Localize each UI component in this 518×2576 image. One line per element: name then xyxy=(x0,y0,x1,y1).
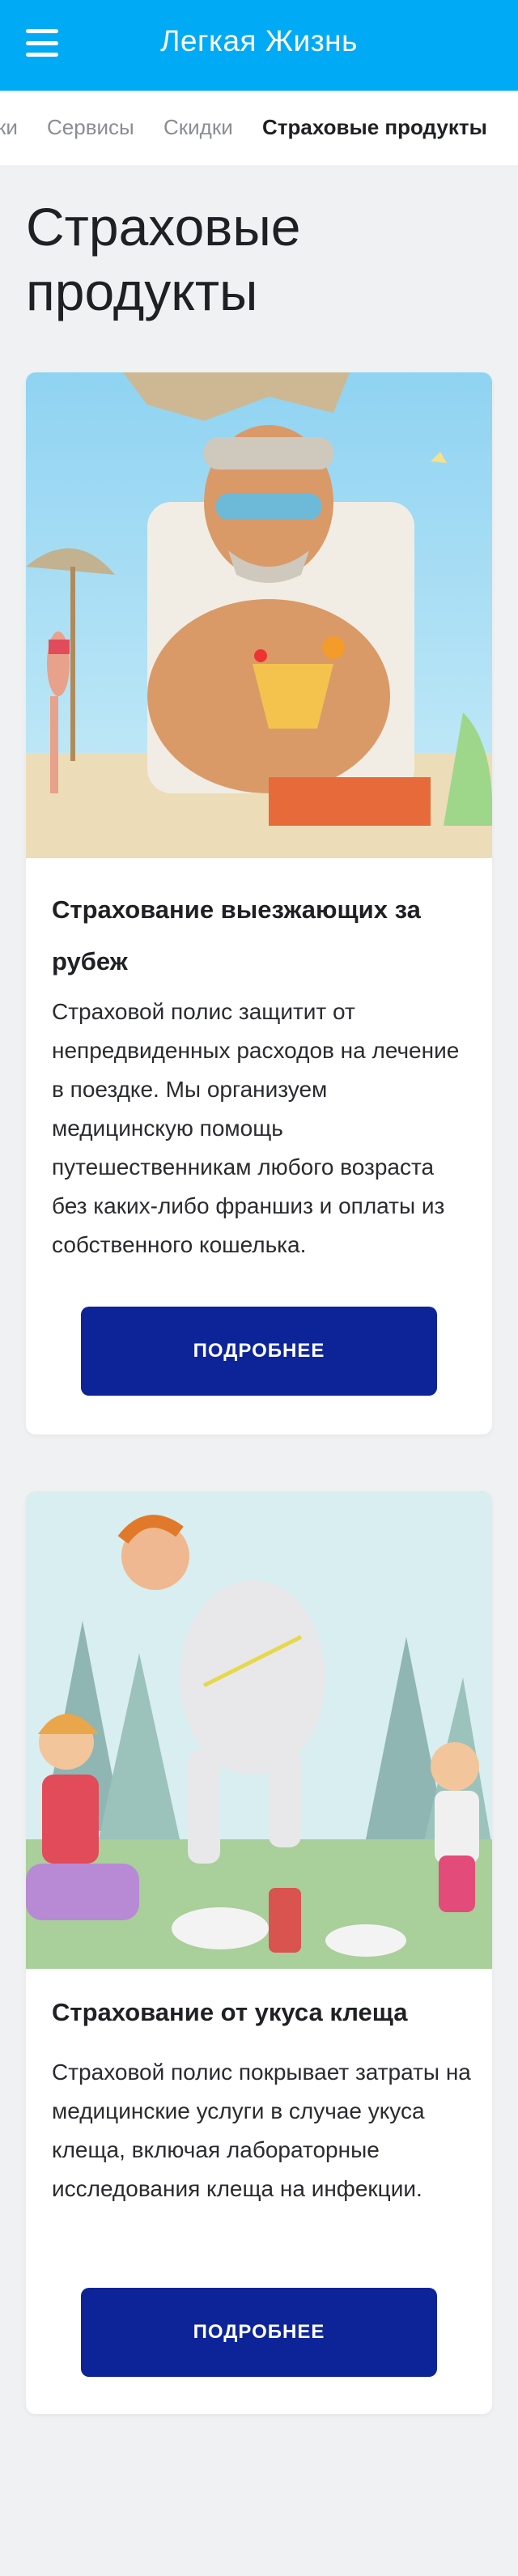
product-card-tick: Страхование от укуса клеща Страховой пол… xyxy=(26,1491,492,2414)
card-title: Страхование выезжающих за рубеж xyxy=(52,895,421,976)
category-tabs: ки Сервисы Скидки Страховые продукты xyxy=(0,91,518,165)
card-description: Страховой полис защитит от непредвиденны… xyxy=(52,999,460,1257)
app-title: Легкая Жизнь xyxy=(160,24,358,57)
picnic-forest-illustration xyxy=(26,1491,492,1969)
card-description: Страховой полис покрывает затраты на мед… xyxy=(52,2060,471,2201)
page-title: Страховые продукты xyxy=(26,197,301,321)
card-title: Страхование от укуса клеща xyxy=(52,1998,408,2026)
tab-services[interactable]: Сервисы xyxy=(47,115,134,140)
vacation-beach-illustration xyxy=(26,372,492,858)
tab-partial[interactable]: ки xyxy=(0,115,18,140)
tab-insurance-products[interactable]: Страховые продукты xyxy=(262,115,487,140)
product-card-travel: Страхование выезжающих за рубеж Страхово… xyxy=(26,372,492,1435)
more-button[interactable]: ПОДРОБНЕЕ xyxy=(81,2288,437,2377)
more-button[interactable]: ПОДРОБНЕЕ xyxy=(81,1307,437,1396)
app-header: Легкая Жизнь xyxy=(0,0,518,91)
tab-discounts[interactable]: Скидки xyxy=(163,115,233,140)
